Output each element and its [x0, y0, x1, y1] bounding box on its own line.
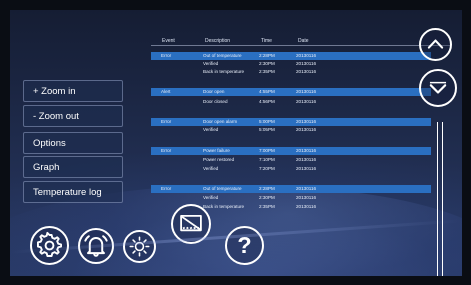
table-row[interactable]: Verified 2:30PM 20130116 — [151, 60, 431, 68]
cell-date: 20130116 — [296, 53, 317, 58]
cell-time: 2:30PM — [259, 195, 275, 200]
cell-time: 4:56PM — [259, 99, 275, 104]
header-event: Event — [162, 38, 175, 44]
cell-time: 2:28PM — [259, 53, 275, 58]
scroll-down-button[interactable] — [419, 69, 457, 107]
cell-time: 5:05PM — [259, 127, 275, 132]
header-divider — [151, 45, 451, 46]
settings-button[interactable] — [30, 226, 69, 265]
cell-date: 20130116 — [296, 186, 317, 191]
alarm-bell-icon — [84, 235, 108, 257]
table-row[interactable]: Verified 2:30PM 20130116 — [151, 194, 431, 202]
options-button[interactable]: Options — [23, 132, 123, 154]
cell-time: 7:00PM — [259, 148, 275, 153]
brightness-button[interactable] — [123, 230, 156, 263]
cell-date: 20130116 — [296, 157, 317, 162]
zoom-in-button[interactable]: + Zoom in — [23, 80, 123, 102]
cell-description: Door open alarm — [203, 119, 238, 124]
scrollbar[interactable] — [437, 122, 443, 276]
cell-date: 20130116 — [296, 127, 317, 132]
cell-date: 20130116 — [296, 69, 317, 74]
cell-time: 2:30PM — [259, 61, 275, 66]
temperature-log-button[interactable]: Temperature log — [23, 181, 123, 203]
graph-button[interactable]: Graph — [23, 156, 123, 178]
cell-time: 7:20PM — [259, 166, 275, 171]
table-row[interactable]: Power restored 7:10PM 20130116 — [151, 156, 431, 164]
cell-date: 20130116 — [296, 89, 317, 94]
display-button[interactable] — [171, 204, 211, 244]
zoom-out-button[interactable]: - Zoom out — [23, 105, 123, 127]
display-screen-icon — [180, 215, 202, 232]
cell-date: 20130116 — [296, 166, 317, 171]
cell-description: Verified — [203, 195, 219, 200]
cell-time: 2:35PM — [259, 204, 275, 209]
alarm-button[interactable] — [78, 228, 114, 264]
cell-event: Error — [161, 119, 172, 124]
table-row[interactable]: Door closed 4:56PM 20130116 — [151, 98, 431, 106]
help-label: ? — [237, 232, 251, 258]
header-date: Date — [298, 38, 309, 44]
table-row[interactable]: Verified 5:05PM 20130116 — [151, 126, 431, 134]
cell-date: 20130116 — [296, 119, 317, 124]
table-row[interactable]: Error Out of temperature 2:28PM 20130116 — [151, 52, 431, 60]
scroll-up-button[interactable] — [419, 28, 452, 61]
cell-description: Verified — [203, 166, 219, 171]
cell-description: Out of temperature — [203, 53, 242, 58]
help-question-icon: ? — [237, 232, 251, 258]
brightness-sun-icon — [129, 236, 150, 257]
cell-description: Door open — [203, 89, 225, 94]
cell-event: Error — [161, 148, 172, 153]
cell-description: Out of temperature — [203, 186, 242, 191]
cell-description: Back in temperature — [203, 204, 245, 209]
table-row[interactable]: Error Door open alarm 5:00PM 20130116 — [151, 118, 431, 126]
help-button[interactable]: ? — [225, 226, 264, 265]
cell-event: Alert — [161, 89, 171, 94]
cell-description: Door closed — [203, 99, 228, 104]
cell-date: 20130116 — [296, 148, 317, 153]
header-description: Description — [205, 38, 231, 44]
cell-event: Error — [161, 186, 172, 191]
table-row[interactable]: Verified 7:20PM 20130116 — [151, 165, 431, 173]
cell-description: Power failure — [203, 148, 230, 153]
chevron-down-icon — [429, 81, 447, 94]
cell-event: Error — [161, 53, 172, 58]
settings-gear-icon — [36, 231, 63, 257]
cell-description: Back in temperature — [203, 69, 245, 74]
cell-time: 5:00PM — [259, 119, 275, 124]
table-row[interactable]: Alert Door open 4:55PM 20130116 — [151, 88, 431, 96]
cell-date: 20130116 — [296, 204, 317, 209]
device-frame: + Zoom in - Zoom out Options Graph Tempe… — [0, 0, 471, 285]
chevron-up-icon — [427, 39, 444, 49]
cell-date: 20130116 — [296, 195, 317, 200]
table-row[interactable]: Error Power failure 7:00PM 20130116 — [151, 147, 431, 155]
cell-time: 2:35PM — [259, 69, 275, 74]
screen: + Zoom in - Zoom out Options Graph Tempe… — [10, 10, 462, 276]
cell-date: 20130116 — [296, 99, 317, 104]
header-time: Time — [261, 38, 272, 44]
cell-description: Verified — [203, 61, 219, 66]
cell-date: 20130116 — [296, 61, 317, 66]
cell-time: 4:55PM — [259, 89, 275, 94]
cell-time: 7:10PM — [259, 157, 275, 162]
cell-description: Verified — [203, 127, 219, 132]
table-row[interactable]: Error Out of temperature 2:28PM 20130116 — [151, 185, 431, 193]
cell-time: 2:28PM — [259, 186, 275, 191]
table-row[interactable]: Back in temperature 2:35PM 20130116 — [151, 68, 431, 76]
cell-description: Power restored — [203, 157, 235, 162]
